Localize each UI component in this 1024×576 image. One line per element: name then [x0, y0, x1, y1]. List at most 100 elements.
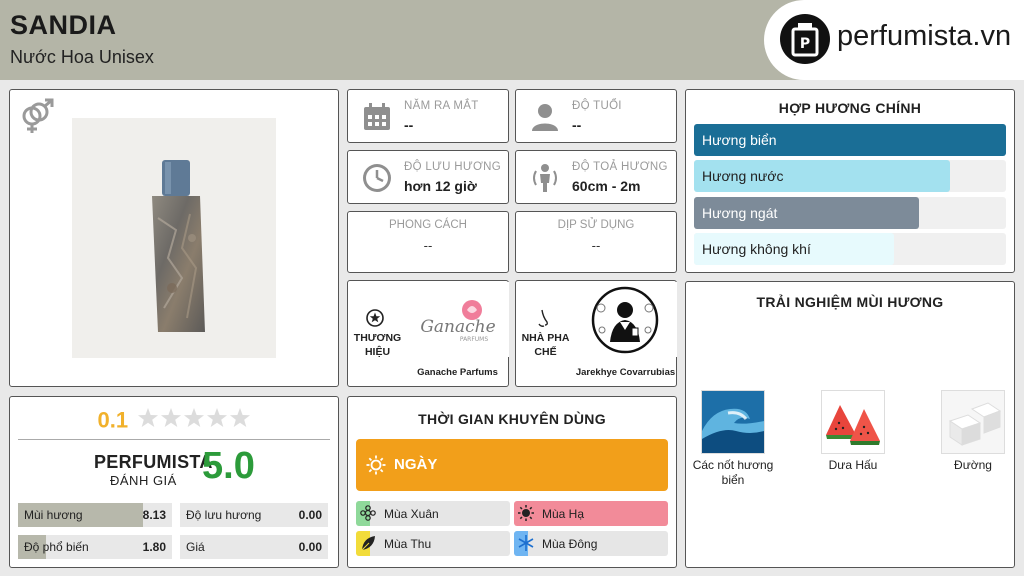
perfumer-side: NHÀ PHA CHẾ [516, 281, 573, 386]
rating-bar-label: Mùi hương [24, 508, 83, 522]
release-year-label: NĂM RA MẮT [404, 100, 479, 112]
accord-bar: Hương ngát [694, 197, 1006, 229]
season-label: Mùa Đông [542, 537, 598, 551]
scent-notes-title: TRẢI NGHIỆM MÙI HƯƠNG [756, 294, 944, 310]
brand-logo-word: Ganache [420, 317, 495, 337]
perfumer-cell[interactable]: NHÀ PHA CHẾ Jarekhye Covarrubias [515, 280, 677, 387]
recommended-time-title: THỜI GIAN KHUYÊN DÙNG [418, 411, 606, 427]
season-winter[interactable]: Mùa Đông [514, 531, 668, 556]
product-title: SANDIA [10, 10, 117, 40]
summer-sun-icon [518, 505, 534, 524]
day-time-label: NGÀY [394, 456, 438, 473]
season-spring[interactable]: Mùa Xuân [356, 501, 510, 526]
brand-label: THƯƠNG HIỆU [353, 332, 402, 358]
longevity-label: ĐỘ LƯU HƯƠNG [404, 161, 501, 173]
star-icon [183, 408, 204, 427]
header: SANDIA Nước Hoa Unisex P perfumista.vn [0, 0, 1024, 80]
star-icon [206, 408, 227, 427]
season-label: Mùa Hạ [542, 507, 585, 521]
rating-bar-value: 1.80 [142, 540, 166, 554]
recommended-time-card: THỜI GIAN KHUYÊN DÙNG NGÀY Mùa Xuân Mùa … [347, 396, 677, 568]
age-value: -- [572, 117, 582, 133]
star-rating-input[interactable] [137, 407, 251, 434]
logo-text: perfumista.vn [837, 20, 1012, 52]
style-label: PHONG CÁCH [389, 219, 467, 231]
ocean-wave-image [701, 390, 765, 454]
rating-bar-value: 0.00 [298, 540, 322, 554]
perfumer-name: Jarekhye Covarrubias [575, 367, 676, 378]
accord-label: Hương biển [702, 132, 777, 148]
main-accords-card: HỢP HƯƠNG CHÍNH Hương biển Hương nước Hư… [685, 89, 1015, 273]
season-autumn[interactable]: Mùa Thu [356, 531, 510, 556]
winter-snowflake-icon [518, 535, 534, 554]
perfume-bottle-image [72, 118, 276, 358]
sillage-label: ĐỘ TOẢ HƯƠNG [572, 161, 668, 173]
release-year-cell: NĂM RA MẮT -- [347, 89, 509, 143]
season-summer[interactable]: Mùa Hạ [514, 501, 668, 526]
rating-bar-price: Giá 0.00 [180, 535, 328, 559]
note-label: Các nốt hương biển [692, 458, 774, 487]
rating-bar-value: 0.00 [298, 508, 322, 522]
rating-bar-label: Giá [186, 540, 205, 554]
note-item[interactable]: Dưa Hấu [808, 390, 898, 473]
occasion-value: -- [591, 238, 601, 253]
age-label: ĐỘ TUỔI [572, 100, 622, 112]
product-image-card [9, 89, 339, 387]
star-icon [229, 408, 250, 427]
perfumista-label: PERFUMISTA [94, 452, 213, 472]
perfumista-score: 5.0 [202, 445, 255, 487]
accord-bar: Hương biển [694, 124, 1006, 156]
brand-logo-sub: PARFUMS [460, 336, 489, 343]
style-cell: PHONG CÁCH -- [347, 211, 509, 273]
occasion-label: DỊP SỬ DỤNG [557, 219, 635, 231]
perfumista-sublabel: ĐÁNH GIÁ [110, 473, 177, 488]
longevity-cell: ĐỘ LƯU HƯƠNG hơn 12 giờ [347, 150, 509, 204]
sillage-cell: ĐỘ TOẢ HƯƠNG 60cm - 2m [515, 150, 677, 204]
rating-bar-label: Độ phổ biến [24, 540, 89, 554]
brand-logo-image: Ganache PARFUMS [406, 282, 509, 357]
season-label: Mùa Xuân [384, 507, 439, 521]
user-icon [530, 102, 560, 137]
accord-bar: Hương không khí [694, 233, 1006, 265]
user-rating: 0.1 [10, 407, 338, 434]
ratings-card: 0.1 PERFUMISTA ĐÁNH GIÁ 5.0 Mùi hương 8.… [9, 396, 339, 568]
season-label: Mùa Thu [384, 537, 432, 551]
sugar-cubes-image [941, 390, 1005, 454]
divider [18, 439, 330, 440]
release-year-value: -- [404, 117, 414, 133]
accord-label: Hương nước [702, 168, 784, 184]
site-logo[interactable]: P perfumista.vn [764, 0, 1024, 80]
rating-bar-label: Độ lưu hương [186, 508, 262, 522]
star-icon [137, 408, 158, 427]
rating-bar-popularity: Độ phổ biến 1.80 [18, 535, 172, 559]
brand-name: Ganache Parfums [417, 367, 498, 378]
note-label: Đường [954, 458, 992, 472]
sun-icon [366, 455, 386, 480]
note-label: Dưa Hấu [828, 458, 878, 472]
product-subtitle: Nước Hoa Unisex [10, 47, 154, 67]
sillage-value: 60cm - 2m [572, 178, 641, 194]
autumn-leaf-icon [360, 535, 376, 554]
main-accords-title: HỢP HƯƠNG CHÍNH [778, 100, 922, 116]
day-time-button[interactable]: NGÀY [356, 439, 668, 491]
rating-bar-longevity: Độ lưu hương 0.00 [180, 503, 328, 527]
brand-side: THƯƠNG HIỆU [348, 281, 405, 386]
star-badge-icon [366, 309, 384, 332]
logo-bottle-icon: P [780, 14, 830, 64]
note-item[interactable]: Các nốt hương biển [688, 390, 778, 488]
watermelon-image [821, 390, 885, 454]
spring-flower-icon [360, 505, 376, 524]
star-icon [160, 408, 181, 427]
rating-bar-value: 8.13 [142, 508, 166, 522]
sillage-person-icon [530, 163, 560, 198]
accord-bar: Hương nước [694, 160, 1006, 192]
calendar-icon [362, 102, 392, 137]
scent-notes-card: TRẢI NGHIỆM MÙI HƯƠNG Các nốt hương biển… [685, 281, 1015, 568]
note-item[interactable]: Đường [928, 390, 1018, 473]
age-cell: ĐỘ TUỔI -- [515, 89, 677, 143]
svg-text:P: P [800, 36, 810, 52]
longevity-value: hơn 12 giờ [404, 178, 477, 194]
user-score: 0.1 [97, 407, 129, 433]
accord-label: Hương không khí [702, 241, 811, 257]
brand-cell[interactable]: THƯƠNG HIỆU Ganache PARFUMS Ganache Parf… [347, 280, 509, 387]
